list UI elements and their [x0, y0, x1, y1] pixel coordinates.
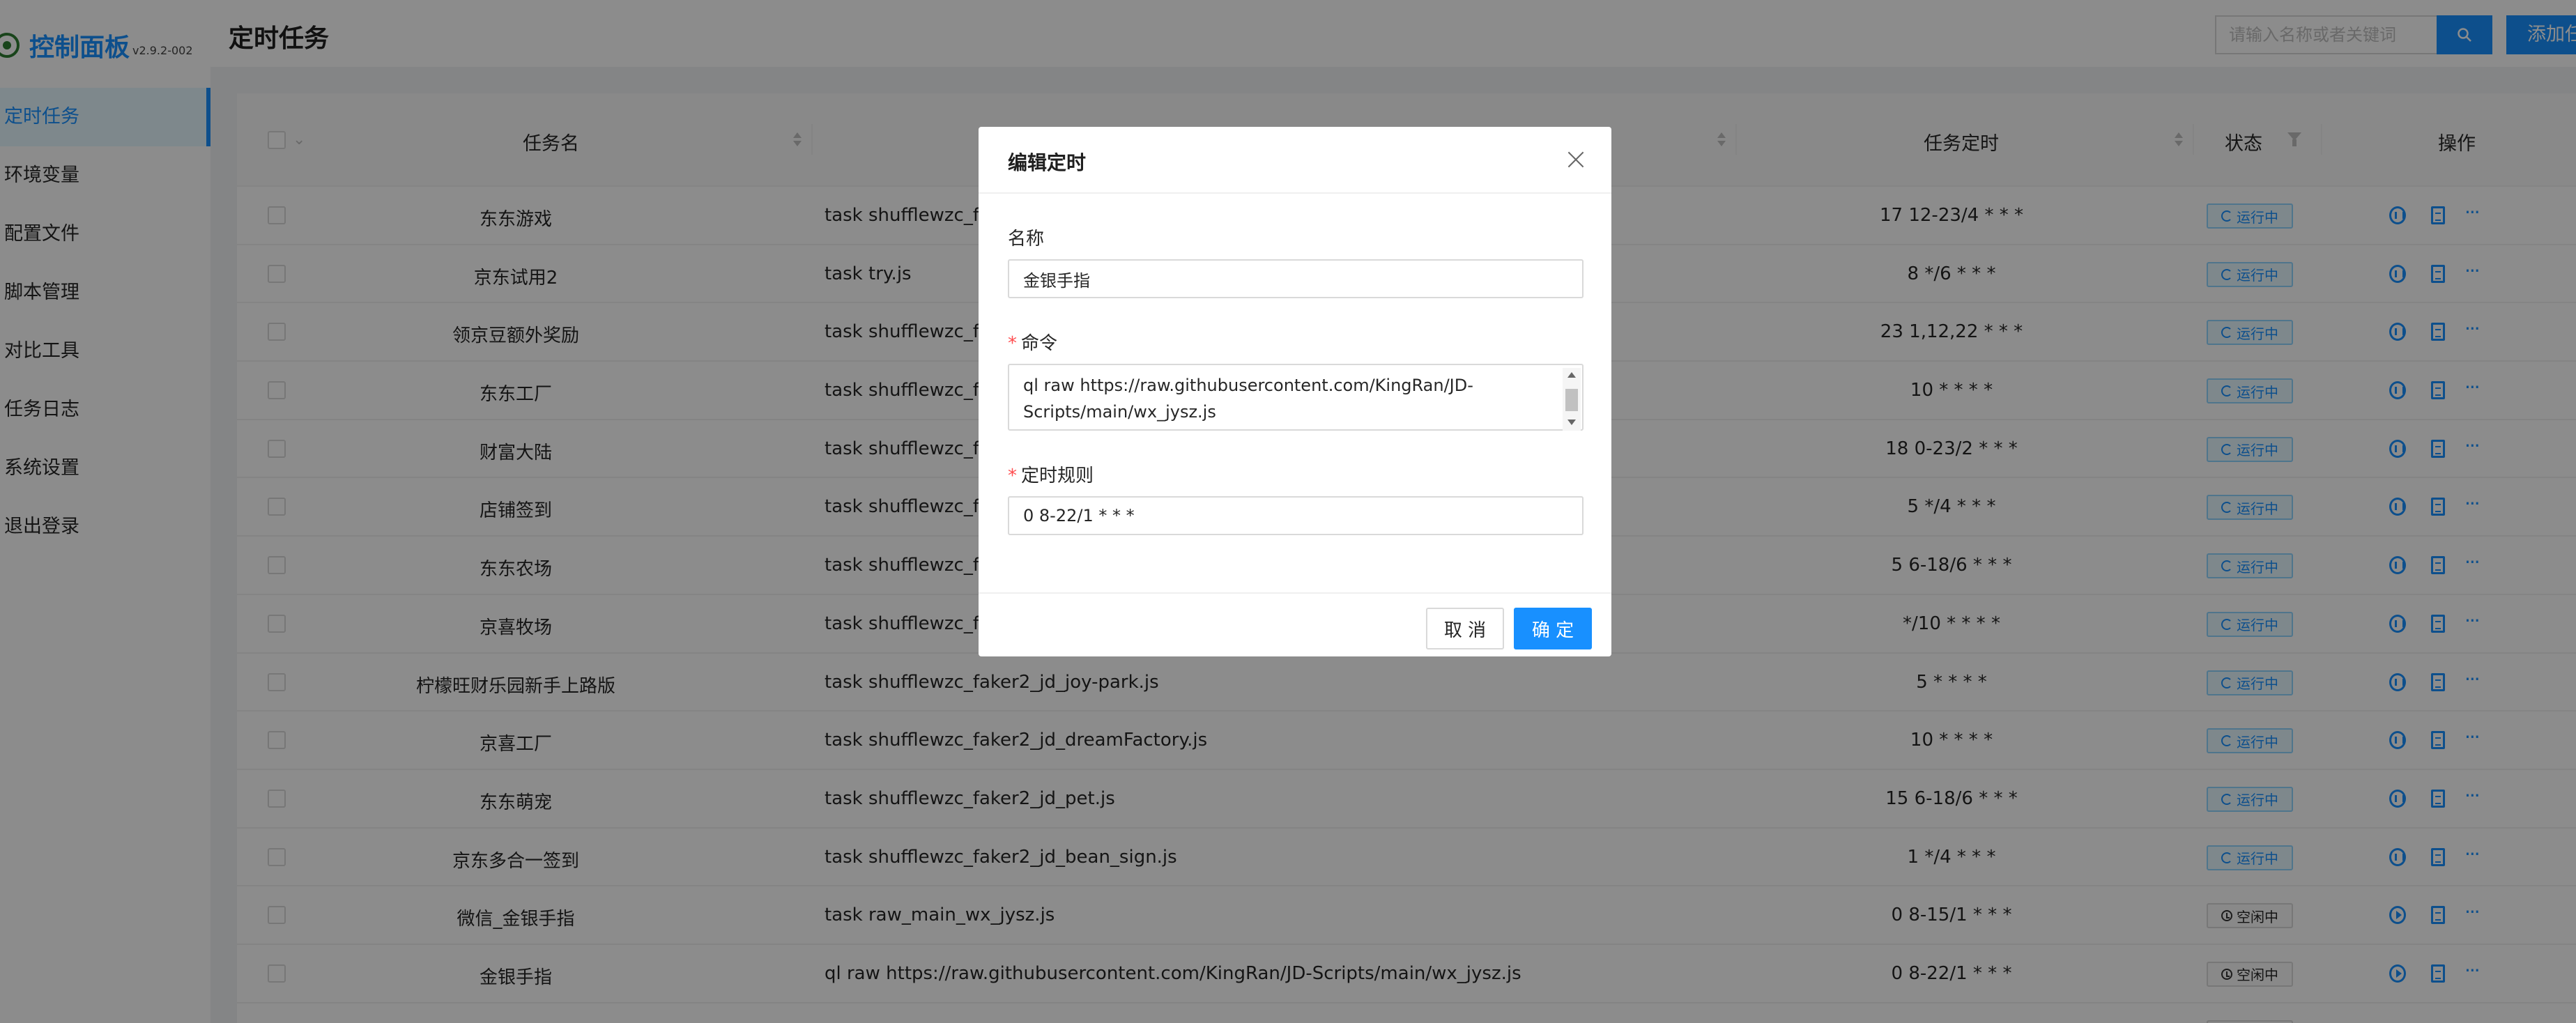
required-mark: * — [1008, 466, 1017, 486]
name-label: 名称 — [1008, 224, 1044, 250]
modal-title: 编辑定时 — [1008, 151, 1087, 174]
required-mark: * — [1008, 333, 1017, 354]
command-label-text: 命令 — [1021, 333, 1058, 354]
schedule-label-text: 定时规则 — [1021, 466, 1094, 486]
command-field[interactable]: ql raw https://raw.githubusercontent.com… — [1008, 364, 1584, 431]
scroll-down-icon[interactable] — [1567, 420, 1576, 425]
modal-footer: 取 消 确 定 — [979, 592, 1611, 656]
command-label: * 命令 — [1008, 329, 1057, 355]
cancel-button[interactable]: 取 消 — [1426, 608, 1504, 649]
name-label-text: 名称 — [1008, 229, 1045, 249]
scroll-thumb[interactable] — [1565, 389, 1578, 411]
command-scrollbar[interactable] — [1563, 368, 1581, 431]
name-field[interactable] — [1008, 259, 1584, 298]
scroll-up-icon[interactable] — [1567, 372, 1576, 378]
close-icon[interactable] — [1567, 151, 1585, 169]
schedule-label: * 定时规则 — [1008, 461, 1094, 487]
modal-header: 编辑定时 — [979, 127, 1611, 194]
schedule-field[interactable] — [1008, 496, 1584, 535]
edit-cron-modal: 编辑定时 名称 *命令 ql raw https://raw.githubuse… — [979, 127, 1611, 656]
ok-button[interactable]: 确 定 — [1514, 608, 1592, 649]
